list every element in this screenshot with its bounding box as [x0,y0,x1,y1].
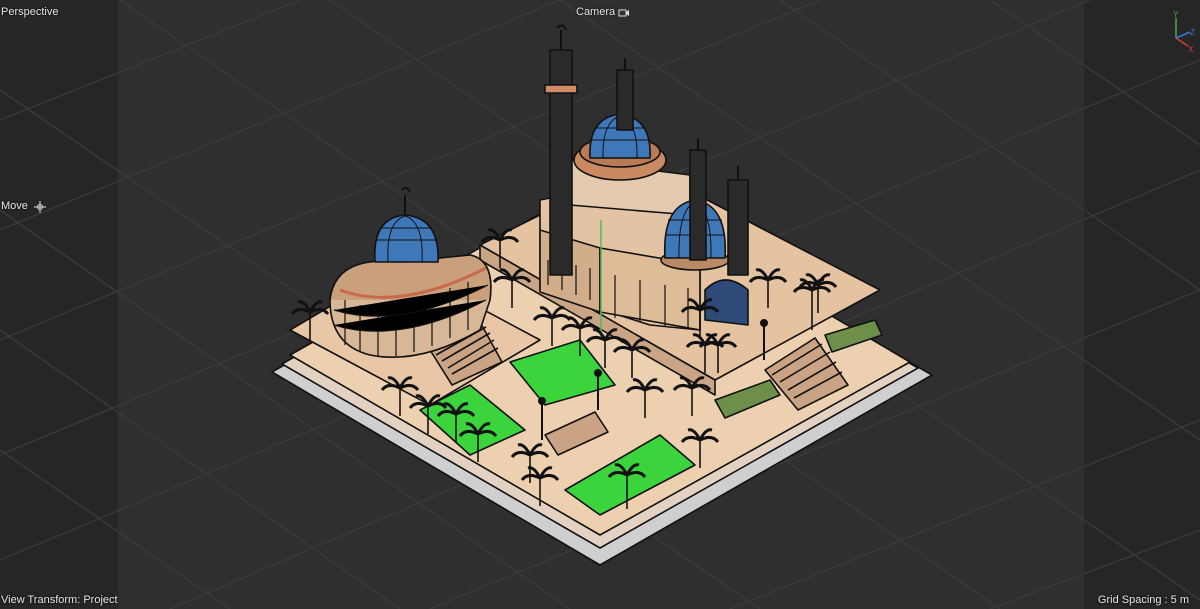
move-crosshair-icon [33,200,46,213]
axis-gizmo-icon[interactable]: Y Z X [1168,8,1198,52]
view-mode-label[interactable]: Perspective [1,6,58,19]
camera-menu[interactable]: Camera [576,6,630,19]
3d-viewport[interactable]: Perspective Camera Move Y Z X View Trans… [0,0,1200,609]
mosque-model[interactable] [271,24,933,566]
left-building [329,186,492,358]
camera-icon [618,9,630,16]
camera-label: Camera [576,6,616,18]
tool-label: Move [1,200,28,212]
grid-spacing-label: Grid Spacing : 5 m [1097,594,1189,606]
svg-text:Y: Y [1173,10,1179,19]
scene-canvas[interactable] [0,0,1200,609]
view-transform-label: View Transform: Project [1,594,118,606]
svg-text:Z: Z [1190,28,1195,37]
svg-text:X: X [1188,45,1194,52]
dome-left [373,214,439,263]
move-tool-indicator: Move [1,200,46,213]
